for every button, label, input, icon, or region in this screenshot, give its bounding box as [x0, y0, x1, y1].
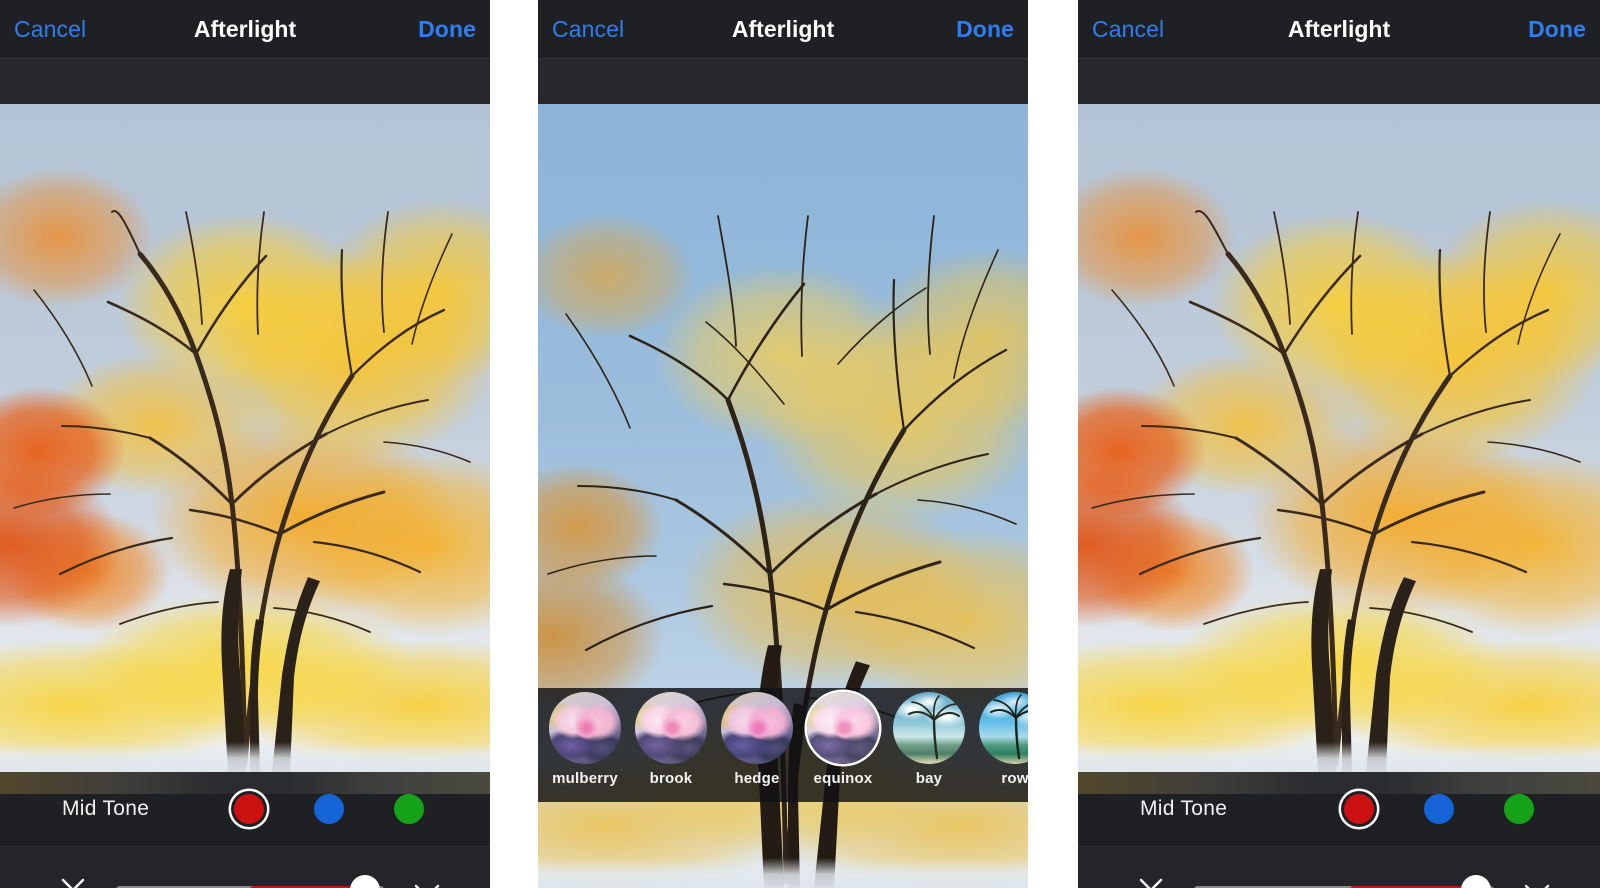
photo-canvas[interactable] — [1078, 104, 1600, 772]
tool-subbar — [0, 58, 490, 104]
filter-item-row[interactable]: row — [976, 692, 1028, 787]
nav-bar: Cancel Afterlight Done — [0, 0, 490, 58]
filter-thumbnail — [807, 692, 879, 764]
phone-panel-1: Cancel Afterlight Done Mid Tone — [0, 0, 490, 888]
filter-thumbnail — [893, 692, 965, 764]
slider-bar — [1078, 846, 1600, 888]
swatch-blue[interactable] — [314, 794, 344, 824]
nav-bar: Cancel Afterlight Done — [538, 0, 1028, 58]
filter-thumbnail — [721, 692, 793, 764]
color-swatch-group — [234, 794, 424, 824]
horizon-glow — [0, 742, 490, 772]
slider-thumb[interactable] — [1461, 874, 1491, 888]
done-button[interactable]: Done — [1528, 16, 1586, 43]
slider-bar — [0, 846, 490, 888]
filter-thumbnail — [635, 692, 707, 764]
filter-label: mulberry — [552, 770, 618, 787]
photo-bleed-strip — [1078, 772, 1600, 794]
filter-label: bay — [915, 770, 943, 787]
check-icon[interactable] — [410, 873, 444, 888]
screenshot-board: Cancel Afterlight Done Mid Tone Cancel A… — [0, 0, 1600, 888]
cancel-button[interactable]: Cancel — [14, 16, 86, 43]
intensity-slider[interactable] — [116, 873, 384, 888]
tone-label: Mid Tone — [1140, 797, 1228, 820]
swatch-blue[interactable] — [1424, 794, 1454, 824]
filter-item-hedge[interactable]: hedge — [718, 692, 796, 787]
cancel-button[interactable]: Cancel — [552, 16, 624, 43]
phone-panel-2: Cancel Afterlight Done mulberry brook he… — [538, 0, 1028, 888]
filter-item-brook[interactable]: brook — [632, 692, 710, 787]
tree-trunks — [1078, 465, 1600, 772]
tone-label: Mid Tone — [62, 797, 150, 820]
filter-item-bay[interactable]: bay — [890, 692, 968, 787]
phone-panel-3: Cancel Afterlight Done Mid Tone — [1078, 0, 1600, 888]
swatch-green[interactable] — [1504, 794, 1534, 824]
filter-thumbnail — [549, 692, 621, 764]
check-icon[interactable] — [1520, 873, 1554, 888]
slider-thumb[interactable] — [350, 874, 381, 888]
done-button[interactable]: Done — [956, 16, 1014, 43]
intensity-slider[interactable] — [1194, 873, 1494, 888]
tree-trunks — [0, 465, 490, 772]
color-swatch-group — [1344, 794, 1534, 824]
photo-canvas[interactable] — [0, 104, 490, 772]
tool-subbar — [538, 58, 1028, 104]
tone-control-bar: Mid Tone — [1078, 772, 1600, 846]
filter-thumbnail — [979, 692, 1028, 764]
filter-carousel[interactable]: mulberry brook hedge equinox bay row — [538, 688, 1028, 802]
filter-label: equinox — [813, 770, 873, 787]
cancel-button[interactable]: Cancel — [1092, 16, 1164, 43]
filter-item-mulberry[interactable]: mulberry — [546, 692, 624, 787]
tone-control-bar: Mid Tone — [0, 772, 490, 846]
x-icon[interactable] — [1134, 873, 1168, 888]
filter-label: hedge — [734, 770, 780, 787]
x-icon[interactable] — [56, 873, 90, 888]
horizon-glow — [1078, 742, 1600, 772]
nav-bar: Cancel Afterlight Done — [1078, 0, 1600, 58]
swatch-green[interactable] — [394, 794, 424, 824]
tool-subbar — [1078, 58, 1600, 104]
horizon-glow — [538, 858, 1028, 888]
filter-label: brook — [649, 770, 693, 787]
photo-bleed-strip — [0, 772, 490, 794]
done-button[interactable]: Done — [418, 16, 476, 43]
filter-label: row — [1001, 770, 1028, 787]
filter-item-equinox[interactable]: equinox — [804, 692, 882, 787]
swatch-red[interactable] — [1344, 794, 1374, 824]
swatch-red[interactable] — [234, 794, 264, 824]
